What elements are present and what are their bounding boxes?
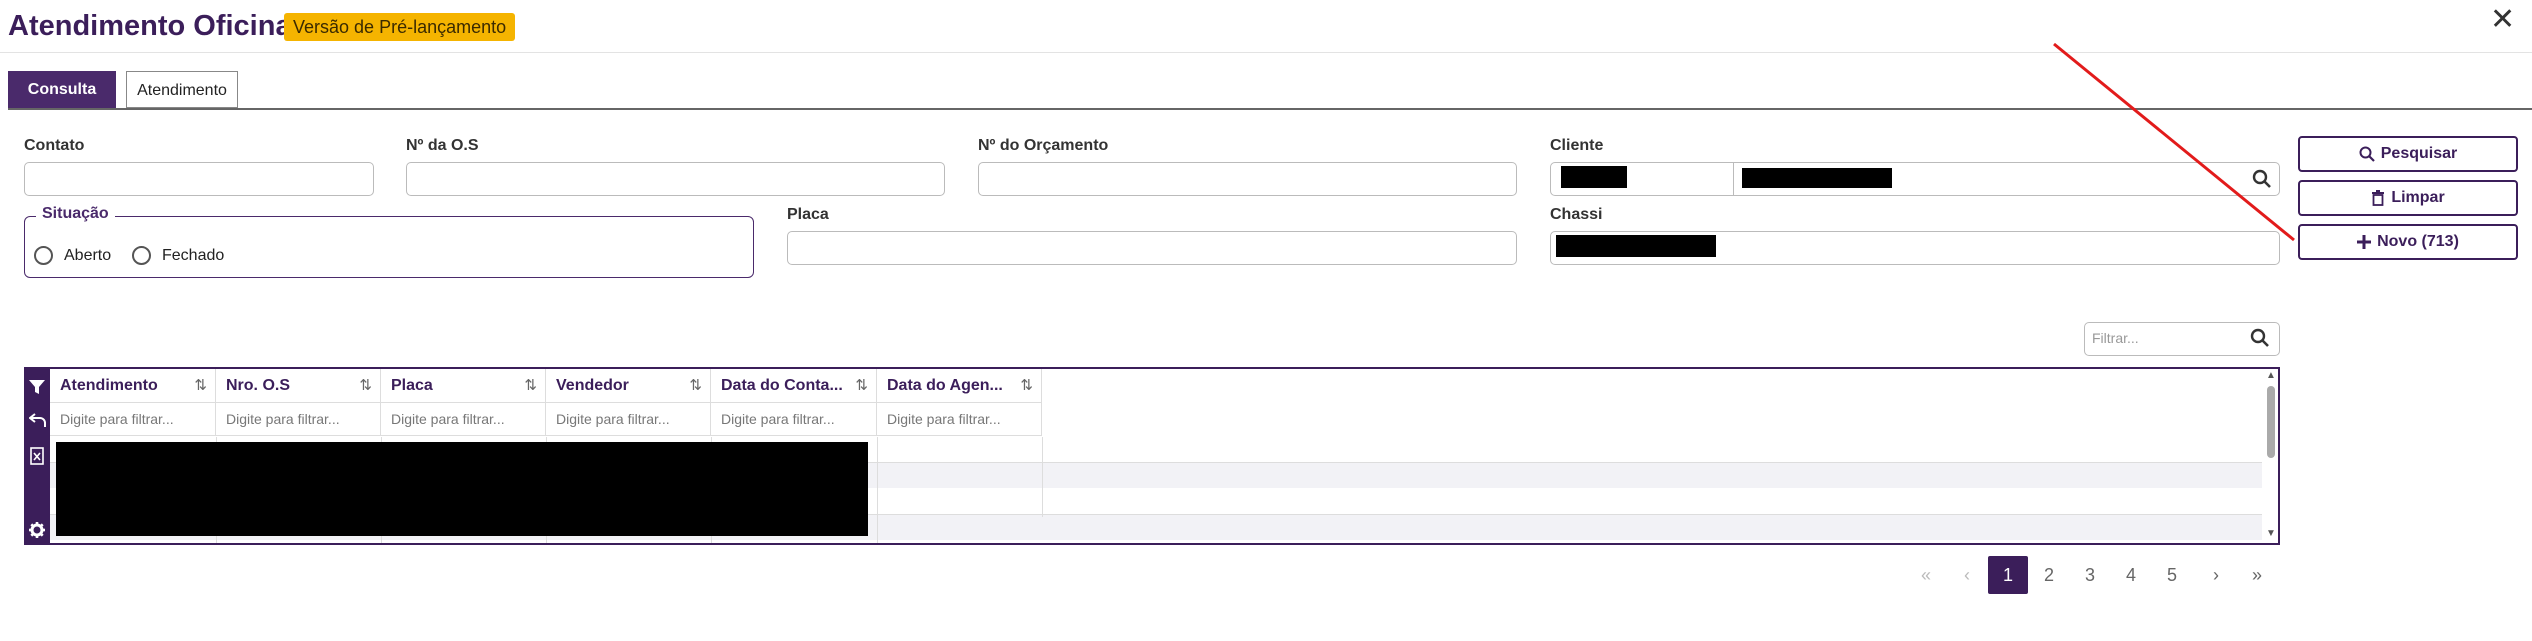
grid-scrollbar-thumb[interactable] <box>2267 386 2275 458</box>
sort-icon[interactable]: ⇅ <box>1020 369 1033 403</box>
situacao-fieldset <box>24 216 754 278</box>
placa-input[interactable] <box>787 231 1517 265</box>
column-filter-placa[interactable]: Digite para filtrar... <box>381 403 546 436</box>
radio-aberto[interactable] <box>34 246 53 265</box>
placa-label: Placa <box>787 206 829 223</box>
column-divider <box>877 437 878 543</box>
excel-icon[interactable] <box>30 447 44 465</box>
cliente-label: Cliente <box>1550 137 1604 154</box>
chassi-label: Chassi <box>1550 206 1603 223</box>
orcamento-input[interactable] <box>978 162 1517 196</box>
gear-icon[interactable] <box>29 522 45 538</box>
column-header-atendimento[interactable]: Atendimento ⇅ <box>50 369 216 403</box>
pager-first[interactable]: « <box>1906 556 1946 594</box>
pesquisar-label: Pesquisar <box>2380 145 2458 162</box>
column-divider <box>1042 437 1043 517</box>
pager-page-4[interactable]: 4 <box>2111 556 2151 594</box>
column-header-placa[interactable]: Placa ⇅ <box>381 369 546 403</box>
tab-atendimento[interactable]: Atendimento <box>126 71 238 108</box>
undo-icon[interactable] <box>29 412 47 428</box>
pager-page-1[interactable]: 1 <box>1988 556 2028 594</box>
column-filter-data-agendamento[interactable]: Digite para filtrar... <box>877 403 1042 436</box>
sort-icon[interactable]: ⇅ <box>855 369 868 403</box>
sort-icon[interactable]: ⇅ <box>689 369 702 403</box>
novo-label: Novo (713) <box>2377 233 2459 250</box>
pesquisar-button[interactable]: Pesquisar <box>2298 136 2518 172</box>
contato-label: Contato <box>24 137 85 154</box>
pager-page-3[interactable]: 3 <box>2070 556 2110 594</box>
pager-page-5[interactable]: 5 <box>2152 556 2192 594</box>
os-input[interactable] <box>406 162 945 196</box>
pager-page-2[interactable]: 2 <box>2029 556 2069 594</box>
column-filter-nro-os[interactable]: Digite para filtrar... <box>216 403 381 436</box>
page-title: Atendimento Oficina <box>8 10 292 42</box>
pager-next[interactable]: › <box>2196 556 2236 594</box>
tab-consulta[interactable]: Consulta <box>8 71 116 108</box>
sort-icon[interactable]: ⇅ <box>524 369 537 403</box>
filter-icon[interactable] <box>29 380 45 394</box>
rows-redacted <box>56 442 868 536</box>
column-header-vendedor[interactable]: Vendedor ⇅ <box>546 369 711 403</box>
column-header-data-contato[interactable]: Data do Conta... ⇅ <box>711 369 877 403</box>
limpar-button[interactable]: Limpar <box>2298 180 2518 216</box>
annotation-arrow <box>2053 42 2295 242</box>
orcamento-label: Nº do Orçamento <box>978 137 1109 154</box>
os-label: Nº da O.S <box>406 137 479 154</box>
sort-icon[interactable]: ⇅ <box>194 369 207 403</box>
trash-icon <box>2372 190 2385 206</box>
novo-button[interactable]: Novo (713) <box>2298 224 2518 260</box>
close-icon[interactable]: ✕ <box>2490 2 2515 37</box>
cliente-name-redacted <box>1742 168 1892 188</box>
limpar-label: Limpar <box>2391 189 2445 206</box>
cliente-divider <box>1733 163 1734 195</box>
pager-last[interactable]: » <box>2237 556 2277 594</box>
search-icon[interactable] <box>2250 328 2270 348</box>
prerelease-badge: Versão de Pré-lançamento <box>284 13 516 41</box>
column-filter-vendedor[interactable]: Digite para filtrar... <box>546 403 711 436</box>
column-header-nro-os[interactable]: Nro. O.S ⇅ <box>216 369 381 403</box>
radio-fechado-label: Fechado <box>162 247 225 264</box>
search-icon <box>2359 146 2375 162</box>
pager-prev[interactable]: ‹ <box>1947 556 1987 594</box>
chassi-redacted <box>1556 235 1716 257</box>
situacao-legend: Situação <box>36 205 115 223</box>
cliente-code-redacted <box>1561 166 1627 188</box>
plus-icon <box>2357 235 2372 249</box>
radio-aberto-label: Aberto <box>64 247 112 264</box>
column-header-data-agendamento[interactable]: Data do Agen... ⇅ <box>877 369 1042 403</box>
radio-fechado[interactable] <box>132 246 151 265</box>
column-filter-atendimento[interactable]: Digite para filtrar... <box>50 403 216 436</box>
scroll-up-icon[interactable]: ▲ <box>2266 370 2276 381</box>
sort-icon[interactable]: ⇅ <box>359 369 372 403</box>
scroll-down-icon[interactable]: ▼ <box>2266 528 2276 539</box>
grid-filter-placeholder: Filtrar... <box>2092 330 2139 346</box>
contato-input[interactable] <box>24 162 374 196</box>
column-filter-data-contato[interactable]: Digite para filtrar... <box>711 403 877 436</box>
